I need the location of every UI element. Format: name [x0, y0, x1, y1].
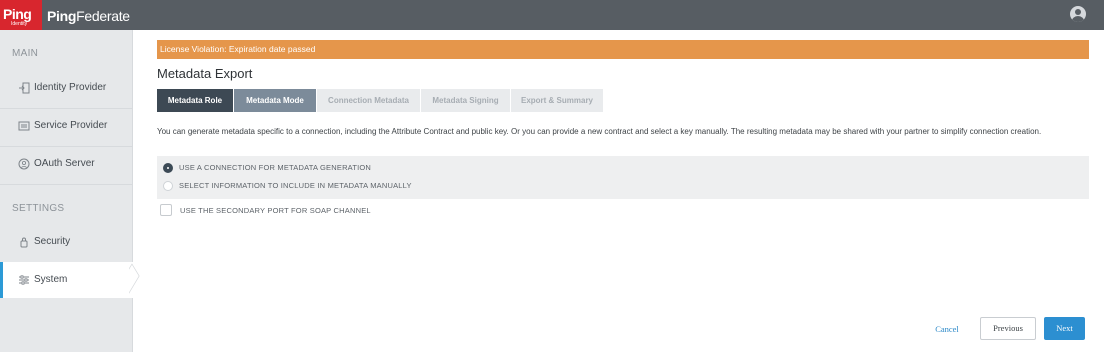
- lock-icon: [18, 236, 30, 248]
- checkbox-label: USE THE SECONDARY PORT FOR SOAP CHANNEL: [180, 205, 371, 215]
- product-name-light: Federate: [76, 8, 130, 24]
- metadata-mode-options: USE A CONNECTION FOR METADATA GENERATION…: [157, 156, 1089, 199]
- page-description: You can generate metadata specific to a …: [157, 127, 1042, 136]
- license-violation-banner: License Violation: Expiration date passe…: [157, 40, 1089, 59]
- sidebar-item-label: Security: [34, 236, 71, 247]
- ping-identity-logo[interactable]: Ping Identity: [0, 0, 42, 30]
- sidebar: MAIN Identity Provider Service Provider …: [0, 30, 134, 352]
- sidebar-section-settings: SETTINGS: [12, 203, 65, 214]
- sidebar-item-oauth-server[interactable]: OAuth Server: [0, 146, 133, 182]
- sidebar-item-identity-provider[interactable]: Identity Provider: [0, 70, 133, 106]
- secondary-port-option[interactable]: USE THE SECONDARY PORT FOR SOAP CHANNEL: [160, 204, 371, 216]
- oauth-icon: [18, 158, 30, 170]
- radio-option-select-manually[interactable]: SELECT INFORMATION TO INCLUDE IN METADAT…: [163, 179, 412, 192]
- sidebar-item-system[interactable]: System: [0, 262, 134, 298]
- next-button[interactable]: Next: [1044, 317, 1085, 340]
- sidebar-item-label: Service Provider: [34, 120, 108, 131]
- tab-metadata-signing: Metadata Signing: [421, 89, 511, 112]
- identity-provider-icon: [18, 82, 30, 94]
- sliders-icon: [18, 274, 30, 286]
- page-title: Metadata Export: [157, 66, 253, 81]
- tab-export-summary: Export & Summary: [511, 89, 604, 112]
- cancel-button[interactable]: Cancel: [923, 318, 971, 340]
- radio-button-checked[interactable]: [163, 162, 173, 173]
- previous-button[interactable]: Previous: [980, 317, 1036, 340]
- active-item-pointer: [129, 262, 141, 298]
- product-name-bold: Ping: [47, 8, 77, 24]
- radio-label: SELECT INFORMATION TO INCLUDE IN METADAT…: [179, 181, 412, 190]
- sidebar-item-label: OAuth Server: [34, 158, 95, 169]
- product-name: PingFederate: [47, 8, 130, 24]
- service-provider-icon: [18, 120, 30, 132]
- sidebar-item-label: System: [34, 274, 68, 285]
- logo-text: Ping: [3, 6, 32, 22]
- logo-subtext: Identity: [11, 21, 28, 27]
- sidebar-item-label: Identity Provider: [34, 82, 107, 93]
- tab-connection-metadata: Connection Metadata: [317, 89, 421, 112]
- tab-metadata-role[interactable]: Metadata Role: [157, 89, 234, 112]
- top-bar: Ping Identity PingFederate: [0, 0, 1104, 30]
- radio-option-use-connection[interactable]: USE A CONNECTION FOR METADATA GENERATION: [163, 161, 371, 174]
- user-avatar-icon[interactable]: [1070, 6, 1086, 22]
- radio-label: USE A CONNECTION FOR METADATA GENERATION: [179, 163, 372, 172]
- wizard-tabs: Metadata Role Metadata Mode Connection M…: [157, 89, 604, 112]
- sidebar-item-security[interactable]: Security: [0, 224, 133, 260]
- sidebar-item-service-provider[interactable]: Service Provider: [0, 108, 133, 144]
- tab-metadata-mode[interactable]: Metadata Mode: [234, 89, 317, 112]
- secondary-port-checkbox[interactable]: [160, 204, 172, 216]
- radio-button[interactable]: [163, 180, 173, 191]
- sidebar-section-main: MAIN: [12, 48, 39, 59]
